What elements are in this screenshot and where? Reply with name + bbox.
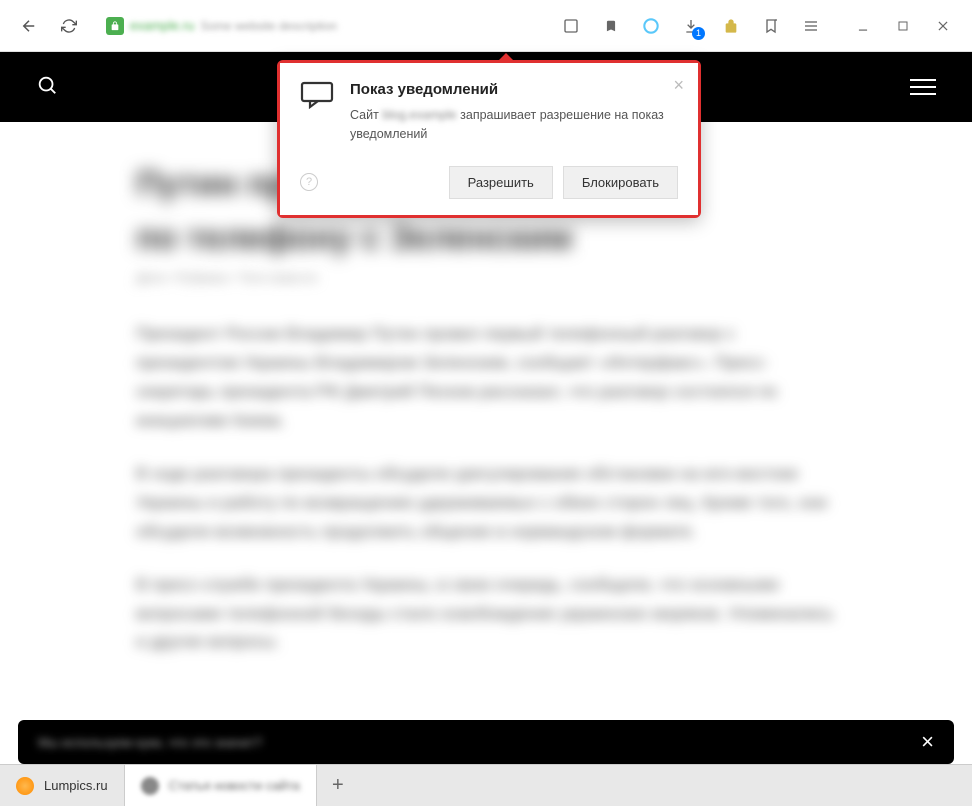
close-window-button[interactable] <box>932 15 954 37</box>
article-paragraph: В ходе разговора президенты обсудили уре… <box>136 460 836 547</box>
article-title-line2: по телефону с Зеленским <box>136 216 836 260</box>
url-desc: Some website description <box>200 19 337 33</box>
hamburger-menu-icon[interactable] <box>910 79 936 95</box>
allow-button[interactable]: Разрешить <box>449 166 553 199</box>
window-controls <box>852 15 954 37</box>
yandex-icon[interactable] <box>640 15 662 37</box>
help-icon[interactable]: ? <box>300 173 318 191</box>
favicon-icon <box>16 777 34 795</box>
url-host: example.ru <box>130 18 194 33</box>
bookmarks-panel-icon[interactable] <box>760 15 782 37</box>
address-bar[interactable]: example.ru Some website description <box>98 11 378 41</box>
article-meta: Дата • Рубрика • Теги новости <box>136 270 836 285</box>
cookie-text: Мы используем куки, что это значит? <box>38 735 262 750</box>
tab-title: Lumpics.ru <box>44 778 108 793</box>
dialog-close-button[interactable]: × <box>673 75 684 96</box>
block-button[interactable]: Блокировать <box>563 166 678 199</box>
dialog-description: Сайт blog.example запрашивает разрешение… <box>350 106 678 144</box>
tab-lumpics[interactable]: Lumpics.ru <box>0 765 125 806</box>
menu-icon[interactable] <box>800 15 822 37</box>
reload-button[interactable] <box>58 15 80 37</box>
minimize-button[interactable] <box>852 15 874 37</box>
permission-dialog: × Показ уведомлений Сайт blog.example за… <box>277 60 701 218</box>
downloads-icon[interactable]: 1 <box>680 15 702 37</box>
new-tab-button[interactable]: + <box>317 765 359 806</box>
dialog-title: Показ уведомлений <box>350 81 678 98</box>
back-button[interactable] <box>18 15 40 37</box>
tab-active[interactable]: Статья новости сайта <box>125 765 317 806</box>
maximize-button[interactable] <box>892 15 914 37</box>
browser-toolbar: example.ru Some website description 1 <box>0 0 972 52</box>
article-paragraph: Президент России Владимир Путин провел п… <box>136 320 836 436</box>
notification-icon <box>300 81 334 109</box>
bookmark-icon[interactable] <box>600 15 622 37</box>
tab-title: Статья новости сайта <box>169 778 300 793</box>
lock-icon <box>106 17 124 35</box>
cookie-close-button[interactable]: × <box>921 729 934 755</box>
favicon-icon <box>141 777 159 795</box>
extensions-icon[interactable] <box>720 15 742 37</box>
search-icon[interactable] <box>36 74 58 101</box>
reader-mode-icon[interactable] <box>560 15 582 37</box>
downloads-badge: 1 <box>692 27 705 40</box>
tabs-bar: Lumpics.ru Статья новости сайта + <box>0 764 972 806</box>
article-paragraph: В пресс-службе президента Украины, в сво… <box>136 571 836 658</box>
cookie-banner: Мы используем куки, что это значит? × <box>18 720 954 764</box>
dialog-arrow <box>497 53 515 62</box>
